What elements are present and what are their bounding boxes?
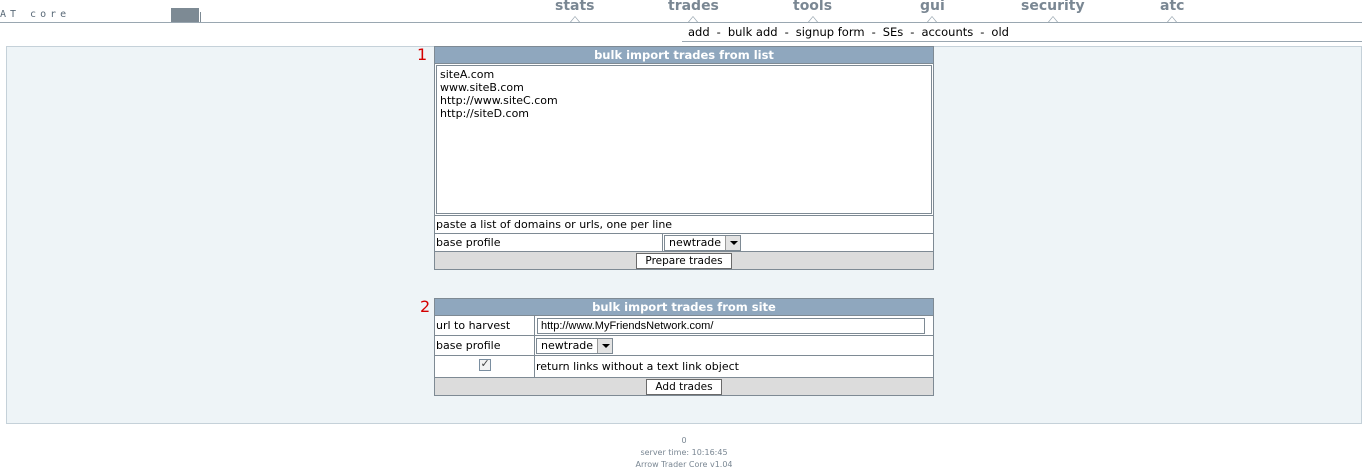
nav-tab-trades[interactable]: trades — [668, 0, 719, 22]
dropdown-arrow-icon[interactable] — [597, 338, 613, 353]
logo-graph-icon — [171, 4, 201, 22]
logo-text: AT core — [0, 9, 71, 20]
header-divider — [0, 22, 1362, 23]
subnav-link-bulk-add[interactable]: bulk add — [728, 25, 778, 39]
bulk-import-list-table: bulk import trades from list siteA.com w… — [434, 46, 934, 270]
section-number-1: 1 — [417, 45, 428, 64]
subnav-link-accounts[interactable]: accounts — [921, 25, 973, 39]
subnav-divider — [682, 41, 1362, 42]
prepare-trades-button[interactable]: Prepare trades — [636, 252, 732, 269]
return-links-checkbox[interactable] — [478, 357, 491, 371]
url-input[interactable] — [537, 317, 925, 334]
nav-tab-security[interactable]: security — [1021, 0, 1085, 22]
nav-tab-gui[interactable]: gui — [920, 0, 945, 22]
nav-pointer-icon — [927, 16, 938, 22]
subnav-link-old[interactable]: old — [991, 25, 1009, 39]
nav-tab-stats[interactable]: stats — [555, 0, 595, 22]
return-links-label: return links without a text link object — [534, 355, 934, 378]
subnav-separator: - — [784, 25, 789, 39]
base-profile-label: base profile — [434, 335, 535, 356]
subnav-separator: - — [910, 25, 915, 39]
server-time: server time: 10:16:45 — [640, 448, 728, 457]
add-trades-button[interactable]: Add trades — [646, 378, 722, 395]
nav-tab-tools[interactable]: tools — [793, 0, 832, 22]
base-profile-value: newtrade — [669, 236, 722, 249]
nav-pointer-icon — [807, 16, 818, 22]
base-profile-value: newtrade — [541, 339, 594, 352]
base-profile-select[interactable]: newtrade — [536, 337, 614, 354]
subnav-link-ses[interactable]: SEs — [883, 25, 904, 39]
bulk-import-site-table: bulk import trades from site url to harv… — [434, 298, 934, 396]
subnav-link-signup-form[interactable]: signup form — [796, 25, 865, 39]
dropdown-arrow-icon[interactable] — [725, 235, 741, 250]
base-profile-select[interactable]: newtrade — [664, 234, 742, 251]
nav-pointer-icon — [569, 16, 580, 22]
domains-textarea[interactable]: siteA.com www.siteB.com http://www.siteC… — [436, 65, 932, 214]
nav-pointer-icon — [1047, 16, 1058, 22]
subnav: add - bulk add - signup form - SEs - accounts - ol… — [688, 25, 1009, 39]
url-label: url to harvest — [434, 315, 535, 336]
footer-counter: 0 — [681, 436, 687, 445]
base-profile-label: base profile — [434, 233, 663, 252]
subnav-link-add[interactable]: add — [688, 25, 710, 39]
subnav-separator: - — [871, 25, 876, 39]
section-title: bulk import trades from site — [434, 298, 934, 316]
section-number-2: 2 — [420, 297, 431, 316]
textarea-hint: paste a list of domains or urls, one per… — [434, 215, 934, 234]
nav-tab-atc[interactable]: atc — [1160, 0, 1184, 22]
subnav-separator: - — [716, 25, 721, 39]
version-text: Arrow Trader Core v1.04 — [635, 460, 733, 469]
section-title: bulk import trades from list — [434, 46, 934, 64]
subnav-separator: - — [980, 25, 985, 39]
nav-pointer-icon — [688, 16, 699, 22]
nav-pointer-icon — [1167, 16, 1178, 22]
